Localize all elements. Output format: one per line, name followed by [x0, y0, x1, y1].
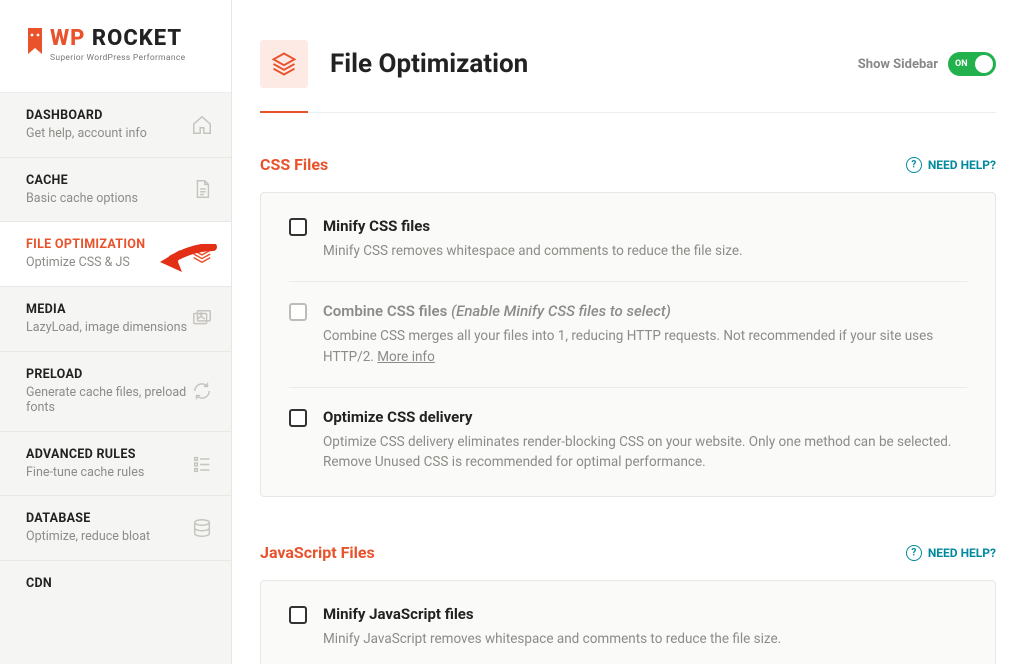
home-icon — [191, 114, 213, 136]
help-icon — [906, 545, 922, 561]
list-icon — [191, 453, 213, 475]
images-icon — [191, 308, 213, 330]
layers-icon — [191, 243, 213, 265]
option-title: Combine CSS files (Enable Minify CSS fil… — [323, 302, 967, 320]
sidebar-item-media[interactable]: MEDIA LazyLoad, image dimensions — [0, 287, 231, 352]
sidebar-item-sub: Get help, account info — [26, 126, 147, 142]
sidebar-item-title: DASHBOARD — [26, 108, 147, 123]
sidebar-item-title: DATABASE — [26, 511, 150, 526]
sidebar-item-database[interactable]: DATABASE Optimize, reduce bloat — [0, 496, 231, 561]
sidebar-item-sub: Fine-tune cache rules — [26, 465, 144, 481]
option-combine-css: Combine CSS files (Enable Minify CSS fil… — [289, 281, 967, 387]
section-head-css: CSS Files NEED HELP? — [260, 155, 996, 174]
sidebar-item-title: CACHE — [26, 173, 138, 188]
more-info-link[interactable]: More info — [377, 349, 435, 365]
option-title: Minify JavaScript files — [323, 605, 781, 623]
logo-block: WP ROCKET Superior WordPress Performance — [0, 0, 231, 93]
sidebar-item-sub: Basic cache options — [26, 191, 138, 207]
option-minify-js: Minify JavaScript files Minify JavaScrip… — [289, 585, 967, 664]
option-desc: Minify CSS removes whitespace and commen… — [323, 241, 743, 261]
page-header: File Optimization Show Sidebar ON — [260, 40, 996, 113]
show-sidebar-toggle[interactable]: Show Sidebar ON — [858, 52, 996, 76]
option-optimize-css-delivery: Optimize CSS delivery Optimize CSS deliv… — [289, 387, 967, 493]
toggle-knob — [975, 55, 993, 73]
sidebar-item-sub: LazyLoad, image dimensions — [26, 320, 187, 336]
sidebar-item-advanced-rules[interactable]: ADVANCED RULES Fine-tune cache rules — [0, 432, 231, 497]
checkbox[interactable] — [289, 303, 307, 321]
option-title: Minify CSS files — [323, 217, 743, 235]
css-options-panel: Minify CSS files Minify CSS removes whit… — [260, 192, 996, 497]
refresh-icon — [191, 380, 213, 402]
toggle-switch[interactable]: ON — [948, 52, 996, 76]
sidebar-item-title: ADVANCED RULES — [26, 447, 144, 462]
need-help-link[interactable]: NEED HELP? — [906, 545, 996, 561]
sidebar-item-sub: Generate cache files, preload fonts — [26, 385, 191, 416]
section-head-js: JavaScript Files NEED HELP? — [260, 543, 996, 562]
sidebar-item-sub: Optimize, reduce bloat — [26, 529, 150, 545]
option-desc: Combine CSS merges all your files into 1… — [323, 326, 967, 367]
logo-tagline: Superior WordPress Performance — [50, 53, 185, 63]
rocket-ribbon-icon — [26, 28, 44, 68]
sidebar-item-title: CDN — [26, 576, 52, 591]
sidebar-item-title: FILE OPTIMIZATION — [26, 237, 145, 252]
option-title: Optimize CSS delivery — [323, 408, 967, 426]
checkbox[interactable] — [289, 409, 307, 427]
need-help-link[interactable]: NEED HELP? — [906, 157, 996, 173]
section-title: JavaScript Files — [260, 543, 375, 562]
sidebar-item-dashboard[interactable]: DASHBOARD Get help, account info — [0, 93, 231, 158]
help-icon — [906, 157, 922, 173]
checkbox[interactable] — [289, 606, 307, 624]
sidebar-item-preload[interactable]: PRELOAD Generate cache files, preload fo… — [0, 352, 231, 432]
sidebar-item-cdn[interactable]: CDN — [0, 561, 231, 606]
sidebar-item-title: MEDIA — [26, 302, 187, 317]
section-title: CSS Files — [260, 155, 328, 174]
sidebar-item-sub: Optimize CSS & JS — [26, 255, 145, 271]
page-title: File Optimization — [330, 49, 528, 79]
option-desc: Minify JavaScript removes whitespace and… — [323, 629, 781, 649]
file-icon — [191, 178, 213, 200]
checkbox[interactable] — [289, 218, 307, 236]
layers-icon — [260, 40, 308, 88]
option-minify-css: Minify CSS files Minify CSS removes whit… — [289, 197, 967, 281]
logo-name: WP ROCKET — [50, 28, 185, 50]
option-desc: Optimize CSS delivery eliminates render-… — [323, 432, 967, 473]
main-content: File Optimization Show Sidebar ON CSS Fi… — [232, 0, 1024, 664]
settings-sidebar: WP ROCKET Superior WordPress Performance… — [0, 0, 232, 664]
database-icon — [191, 517, 213, 539]
toggle-label: Show Sidebar — [858, 57, 938, 72]
sidebar-item-title: PRELOAD — [26, 367, 191, 382]
sidebar-item-file-optimization[interactable]: FILE OPTIMIZATION Optimize CSS & JS — [0, 222, 231, 287]
sidebar-item-cache[interactable]: CACHE Basic cache options — [0, 158, 231, 223]
js-options-panel: Minify JavaScript files Minify JavaScrip… — [260, 580, 996, 664]
